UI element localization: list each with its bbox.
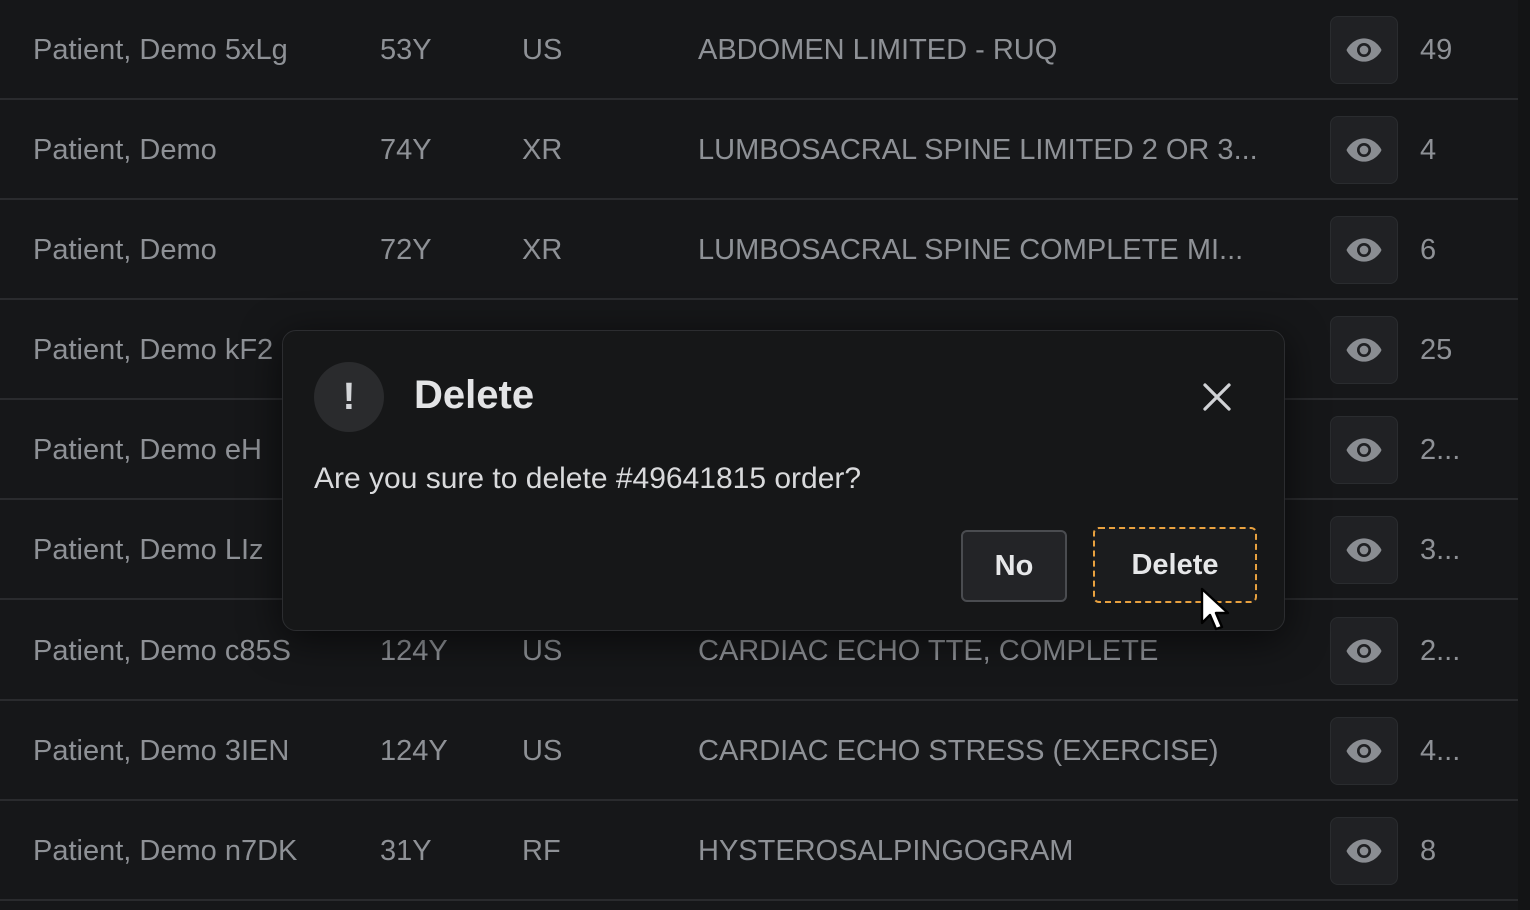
delete-button[interactable]: Delete — [1093, 527, 1257, 603]
patient-name: Patient, Demo n7DK — [33, 835, 298, 867]
dialog-title: Delete — [414, 373, 535, 417]
mouse-cursor-icon — [1200, 587, 1230, 631]
patient-name: Patient, Demo 3IEN — [33, 735, 290, 767]
image-count: 8 — [1420, 835, 1437, 867]
table-row[interactable]: Patient, Demo n7DK 31Y RF HYSTEROSALPING… — [0, 801, 1518, 901]
table-row[interactable]: Patient, Demo 74Y XR LUMBOSACRAL SPINE L… — [0, 100, 1518, 200]
delete-confirm-dialog: ! Delete Are you sure to delete #4964181… — [282, 330, 1285, 631]
no-button[interactable]: No — [961, 530, 1067, 602]
patient-name: Patient, Demo — [33, 234, 217, 266]
patient-name: Patient, Demo — [33, 134, 217, 166]
view-button[interactable] — [1330, 316, 1398, 384]
patient-name: Patient, Demo kF2 — [33, 334, 274, 366]
image-count: 4 — [1420, 134, 1437, 166]
image-count: 49 — [1420, 34, 1453, 66]
study-description: HYSTEROSALPINGOGRAM — [698, 835, 1074, 867]
patient-name: Patient, Demo 5xLg — [33, 34, 288, 66]
image-count: 6 — [1420, 234, 1437, 266]
dialog-message: Are you sure to delete #49641815 order? — [314, 462, 862, 495]
modality: XR — [522, 134, 563, 166]
image-count: 4... — [1420, 735, 1461, 767]
patient-age: 53Y — [380, 34, 432, 66]
study-description: LUMBOSACRAL SPINE LIMITED 2 OR 3... — [698, 134, 1258, 166]
modality: RF — [522, 835, 561, 867]
patient-age: 74Y — [380, 134, 432, 166]
eye-icon — [1346, 639, 1382, 663]
patient-name: Patient, Demo c85S — [33, 635, 291, 667]
view-button[interactable] — [1330, 16, 1398, 84]
table-row[interactable]: Patient, Demo 5xLg 53Y US ABDOMEN LIMITE… — [0, 0, 1518, 100]
view-button[interactable] — [1330, 617, 1398, 685]
patient-age: 72Y — [380, 234, 432, 266]
study-description: CARDIAC ECHO STRESS (EXERCISE) — [698, 735, 1219, 767]
image-count: 3... — [1420, 534, 1461, 566]
eye-icon — [1346, 839, 1382, 863]
image-count: 2... — [1420, 434, 1461, 466]
view-button[interactable] — [1330, 516, 1398, 584]
eye-icon — [1346, 438, 1382, 462]
modality: US — [522, 735, 563, 767]
study-description: ABDOMEN LIMITED - RUQ — [698, 34, 1058, 66]
patient-age: 31Y — [380, 835, 432, 867]
close-icon — [1203, 383, 1231, 411]
eye-icon — [1346, 238, 1382, 262]
image-count: 25 — [1420, 334, 1453, 366]
view-button[interactable] — [1330, 416, 1398, 484]
close-button[interactable] — [1195, 375, 1239, 419]
patient-age: 124Y — [380, 735, 448, 767]
view-button[interactable] — [1330, 216, 1398, 284]
warning-icon: ! — [314, 362, 384, 432]
image-count: 2... — [1420, 635, 1461, 667]
table-row[interactable]: Patient, Demo 72Y XR LUMBOSACRAL SPINE C… — [0, 200, 1518, 300]
eye-icon — [1346, 138, 1382, 162]
view-button[interactable] — [1330, 817, 1398, 885]
table-row[interactable]: Patient, Demo 3IEN 124Y US CARDIAC ECHO … — [0, 701, 1518, 801]
modality: US — [522, 34, 563, 66]
modality: XR — [522, 234, 563, 266]
view-button[interactable] — [1330, 116, 1398, 184]
eye-icon — [1346, 38, 1382, 62]
patient-name: Patient, Demo LIz — [33, 534, 264, 566]
eye-icon — [1346, 538, 1382, 562]
view-button[interactable] — [1330, 717, 1398, 785]
study-description: LUMBOSACRAL SPINE COMPLETE MI... — [698, 234, 1244, 266]
patient-name: Patient, Demo eH — [33, 434, 262, 466]
eye-icon — [1346, 739, 1382, 763]
eye-icon — [1346, 338, 1382, 362]
